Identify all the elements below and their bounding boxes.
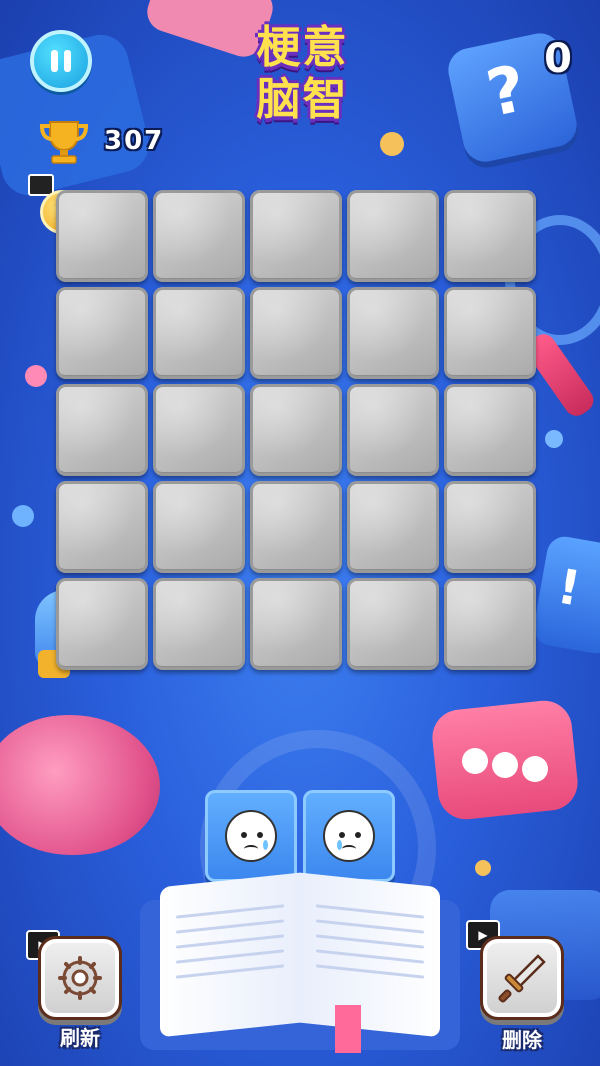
crying-face-icon — [323, 810, 375, 862]
stone-tile[interactable] — [56, 481, 148, 573]
ball-decoration — [545, 430, 563, 448]
stone-tile[interactable] — [347, 190, 439, 282]
open-book-decoration — [140, 872, 460, 1053]
stone-tile[interactable] — [56, 578, 148, 670]
sword-icon — [498, 954, 546, 1003]
hand-card-1[interactable] — [205, 790, 297, 882]
stone-tile[interactable] — [56, 287, 148, 379]
stone-tile[interactable] — [250, 481, 342, 573]
stone-tile[interactable] — [250, 384, 342, 476]
bubble-dot — [462, 748, 488, 774]
stone-tile[interactable] — [153, 190, 245, 282]
level-counter: 0 — [544, 36, 572, 82]
refresh-label: 刷新 — [60, 1026, 100, 1050]
stone-tile[interactable] — [347, 481, 439, 573]
refresh-button[interactable] — [38, 936, 122, 1020]
ball-decoration — [380, 132, 404, 156]
delete-label: 删除 — [502, 1028, 542, 1052]
bubble-dot — [492, 752, 518, 778]
trophy-icon — [39, 121, 89, 164]
stone-tile[interactable] — [250, 287, 342, 379]
brain-decoration — [0, 715, 160, 855]
stone-tile[interactable] — [347, 287, 439, 379]
stone-tile[interactable] — [56, 190, 148, 282]
bookmark-ribbon — [335, 1005, 361, 1053]
logo-line-1: 梗意 — [256, 22, 349, 73]
stone-tile[interactable] — [444, 481, 536, 573]
stone-tile[interactable] — [250, 190, 342, 282]
logo-line-2: 脑智 — [256, 74, 349, 125]
stone-tile[interactable] — [153, 481, 245, 573]
stone-tile[interactable] — [250, 578, 342, 670]
worried-face-icon — [225, 810, 277, 862]
gear-icon — [58, 956, 102, 1000]
stone-tile[interactable] — [347, 384, 439, 476]
hand-card-2[interactable] — [303, 790, 395, 882]
stone-tile[interactable] — [444, 384, 536, 476]
stone-tile[interactable] — [444, 190, 536, 282]
stone-tile[interactable] — [444, 578, 536, 670]
score-value: 307 — [104, 126, 165, 156]
ball-decoration — [475, 860, 491, 876]
pause-icon-bar — [64, 50, 71, 72]
stone-tile[interactable] — [153, 287, 245, 379]
pause-icon — [51, 50, 58, 72]
stone-tile[interactable] — [153, 384, 245, 476]
pause-button[interactable] — [30, 30, 92, 92]
tile-board — [56, 190, 546, 680]
stone-tile[interactable] — [444, 287, 536, 379]
ball-decoration — [12, 505, 34, 527]
stone-tile[interactable] — [347, 578, 439, 670]
game-logo: 梗意 脑智 — [235, 22, 370, 132]
bubble-dot — [522, 756, 548, 782]
stone-tile[interactable] — [153, 578, 245, 670]
stone-tile[interactable] — [56, 384, 148, 476]
delete-button[interactable] — [480, 936, 564, 1020]
ball-decoration — [25, 365, 47, 387]
